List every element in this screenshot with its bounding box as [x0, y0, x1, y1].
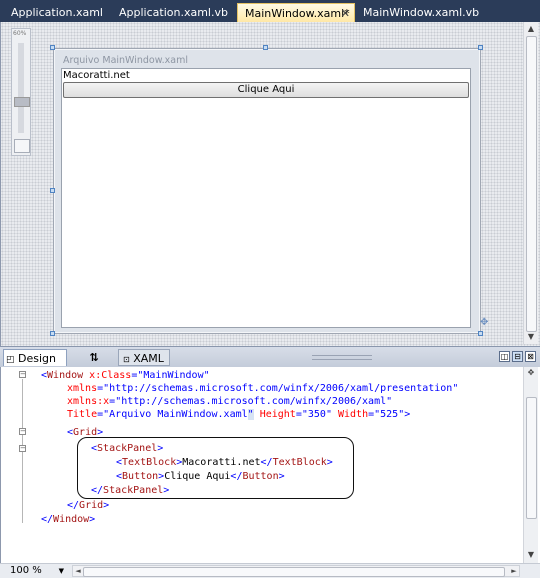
window-title: Arquivo MainWindow.xaml: [63, 55, 189, 66]
resize-handle-left[interactable]: [50, 188, 55, 193]
designer-vertical-scrollbar[interactable]: ▲ ▼: [523, 22, 538, 344]
code-line-1: <Window x:Class="MainWindow": [41, 370, 210, 381]
stackpanel-highlight-outline: [77, 437, 354, 499]
vertical-split-icon[interactable]: ◫: [499, 351, 510, 362]
zoom-rail-label: 60%: [13, 30, 27, 37]
editor-vertical-scrollbar[interactable]: ✥ ▼: [523, 367, 538, 563]
xaml-view-icon: ⊡: [123, 355, 130, 364]
code-line-2: xmlns="http://schemas.microsoft.com/winf…: [67, 383, 459, 394]
scroll-up-icon[interactable]: ▲: [524, 22, 538, 36]
zoom-slider[interactable]: 60%: [11, 28, 31, 156]
close-icon[interactable]: ✕: [341, 4, 350, 23]
tab-label: Application.xaml: [11, 6, 103, 19]
hscroll-thumb[interactable]: [83, 567, 505, 577]
preview-textblock[interactable]: Macoratti.net: [63, 70, 130, 81]
code-line-3: xmlns:x="http://schemas.microsoft.com/wi…: [67, 396, 393, 407]
fold-toggle-grid[interactable]: −: [19, 428, 26, 435]
design-view-icon: ◰: [6, 355, 15, 365]
resize-handle-bottom-right[interactable]: [478, 331, 483, 336]
move-icon[interactable]: ✥: [480, 317, 488, 328]
scrollbar-thumb[interactable]: [526, 36, 537, 332]
chevron-down-icon[interactable]: ▼: [59, 565, 64, 577]
scroll-down-icon[interactable]: ▼: [524, 549, 538, 561]
tab-label: Application.xaml.vb: [119, 6, 228, 19]
swap-panes-icon[interactable]: ⇅: [82, 349, 106, 366]
splitter-grip[interactable]: [312, 355, 372, 360]
zoom-fit-button[interactable]: [14, 139, 30, 153]
tab-application-xaml-vb[interactable]: Application.xaml.vb: [112, 3, 232, 22]
tab-mainwindow-xaml-vb[interactable]: MainWindow.xaml.vb: [356, 3, 480, 22]
resize-handle-top-left[interactable]: [50, 45, 55, 50]
code-line-4: Title="Arquivo MainWindow.xaml" Height="…: [67, 409, 411, 420]
tab-label: MainWindow.xaml.vb: [363, 6, 480, 19]
zoom-value: 100 %: [10, 565, 42, 576]
scroll-right-icon[interactable]: ►: [509, 566, 519, 576]
wpf-window-preview[interactable]: Arquivo MainWindow.xaml Macoratti.net Cl…: [53, 48, 481, 334]
zoom-thumb[interactable]: [14, 97, 30, 107]
window-client-area[interactable]: Macoratti.net Clique Aqui: [61, 68, 471, 328]
tab-mainwindow-xaml[interactable]: MainWindow.xaml* ✕: [237, 3, 355, 22]
zoom-select[interactable]: 100 % ▼: [10, 565, 64, 577]
fold-toggle-window[interactable]: −: [19, 371, 26, 378]
code-line-11: </Window>: [41, 514, 96, 525]
fold-toggle-stackpanel[interactable]: −: [19, 445, 26, 452]
code-line-10: </Grid>: [67, 500, 110, 511]
resize-handle-bottom-left[interactable]: [50, 331, 55, 336]
collapse-pane-icon[interactable]: ⊠: [525, 351, 536, 362]
resize-handle-top[interactable]: [263, 45, 268, 50]
outline-gutter: [13, 367, 35, 563]
preview-button[interactable]: Clique Aqui: [63, 82, 469, 98]
xaml-tab-label: XAML: [133, 352, 164, 365]
zoom-track[interactable]: [18, 43, 24, 133]
editor-horizontal-scrollbar[interactable]: ◄ ►: [72, 565, 520, 577]
scroll-left-icon[interactable]: ◄: [73, 566, 83, 576]
scroll-down-icon[interactable]: ▼: [524, 330, 538, 344]
design-surface[interactable]: 60% Arquivo MainWindow.xaml Macoratti.ne…: [0, 22, 540, 346]
design-tab-label: Design: [18, 352, 56, 365]
editor-scrollbar-thumb[interactable]: [526, 397, 537, 519]
split-editor-icon[interactable]: ✥: [524, 367, 538, 379]
tab-xaml[interactable]: ⊡ XAML: [118, 349, 170, 366]
tab-design[interactable]: ◰ Design: [3, 349, 67, 366]
tab-label: MainWindow.xaml*: [245, 7, 350, 20]
tab-application-xaml[interactable]: Application.xaml: [4, 3, 110, 22]
view-switch-bar: ◰ Design ⇅ ⊡ XAML ◫ ⊟ ⊠: [0, 346, 540, 367]
horizontal-split-icon[interactable]: ⊟: [512, 351, 523, 362]
document-tab-strip: Application.xaml Application.xaml.vb Mai…: [0, 0, 540, 22]
resize-handle-top-right[interactable]: [478, 45, 483, 50]
editor-status-bar: 100 % ▼ ◄ ►: [0, 563, 540, 578]
xaml-editor[interactable]: − − − <Window x:Class="MainWindow" xmlns…: [0, 367, 540, 563]
